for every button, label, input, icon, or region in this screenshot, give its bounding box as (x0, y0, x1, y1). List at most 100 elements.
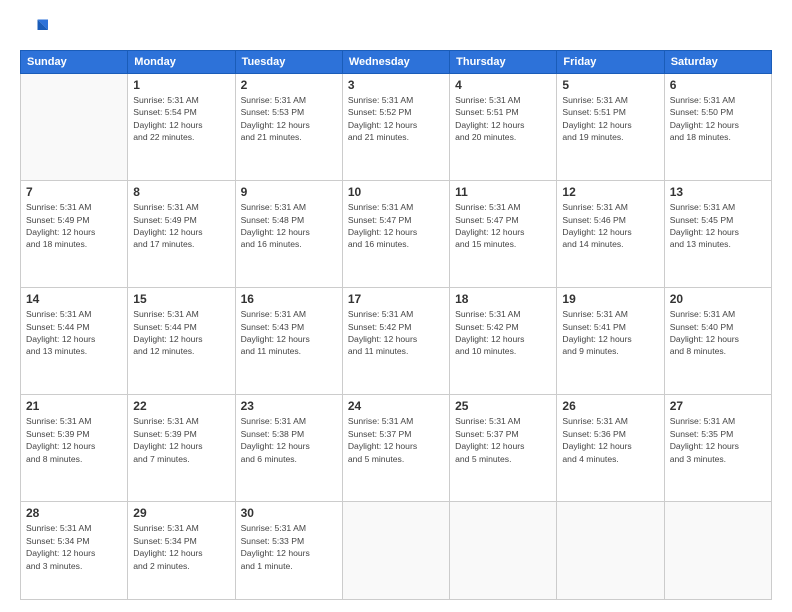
day-info: Sunrise: 5:31 AM Sunset: 5:42 PM Dayligh… (455, 308, 551, 358)
day-number: 9 (241, 185, 337, 199)
calendar-cell: 23 Sunrise: 5:31 AM Sunset: 5:38 PM Dayli… (235, 395, 342, 502)
day-info: Sunrise: 5:31 AM Sunset: 5:52 PM Dayligh… (348, 94, 444, 144)
day-info: Sunrise: 5:31 AM Sunset: 5:53 PM Dayligh… (241, 94, 337, 144)
day-info: Sunrise: 5:31 AM Sunset: 5:47 PM Dayligh… (348, 201, 444, 251)
day-number: 14 (26, 292, 122, 306)
day-info: Sunrise: 5:31 AM Sunset: 5:38 PM Dayligh… (241, 415, 337, 465)
day-number: 24 (348, 399, 444, 413)
day-info: Sunrise: 5:31 AM Sunset: 5:33 PM Dayligh… (241, 522, 337, 572)
calendar-cell: 19 Sunrise: 5:31 AM Sunset: 5:41 PM Dayli… (557, 288, 664, 395)
calendar-cell: 9 Sunrise: 5:31 AM Sunset: 5:48 PM Daylig… (235, 181, 342, 288)
day-number: 1 (133, 78, 229, 92)
day-number: 16 (241, 292, 337, 306)
day-info: Sunrise: 5:31 AM Sunset: 5:48 PM Dayligh… (241, 201, 337, 251)
day-number: 28 (26, 506, 122, 520)
page: SundayMondayTuesdayWednesdayThursdayFrid… (0, 0, 792, 612)
calendar-cell: 10 Sunrise: 5:31 AM Sunset: 5:47 PM Dayli… (342, 181, 449, 288)
calendar-week-row: 21 Sunrise: 5:31 AM Sunset: 5:39 PM Dayli… (21, 395, 772, 502)
day-number: 8 (133, 185, 229, 199)
calendar-cell: 12 Sunrise: 5:31 AM Sunset: 5:46 PM Dayli… (557, 181, 664, 288)
calendar-cell (450, 502, 557, 600)
day-number: 15 (133, 292, 229, 306)
calendar-cell: 7Sunrise: 5:31 AM Sunset: 5:49 PM Daylig… (21, 181, 128, 288)
calendar-cell: 17 Sunrise: 5:31 AM Sunset: 5:42 PM Dayli… (342, 288, 449, 395)
day-info: Sunrise: 5:31 AM Sunset: 5:54 PM Dayligh… (133, 94, 229, 144)
calendar-cell: 3 Sunrise: 5:31 AM Sunset: 5:52 PM Daylig… (342, 74, 449, 181)
calendar-cell: 4 Sunrise: 5:31 AM Sunset: 5:51 PM Daylig… (450, 74, 557, 181)
day-number: 10 (348, 185, 444, 199)
day-info: Sunrise: 5:31 AM Sunset: 5:34 PM Dayligh… (26, 522, 122, 572)
calendar-cell: 29Sunrise: 5:31 AM Sunset: 5:34 PM Dayli… (128, 502, 235, 600)
day-info: Sunrise: 5:31 AM Sunset: 5:46 PM Dayligh… (562, 201, 658, 251)
day-number: 4 (455, 78, 551, 92)
calendar-cell: 8 Sunrise: 5:31 AM Sunset: 5:49 PM Daylig… (128, 181, 235, 288)
day-number: 5 (562, 78, 658, 92)
day-number: 20 (670, 292, 766, 306)
day-number: 6 (670, 78, 766, 92)
day-number: 17 (348, 292, 444, 306)
day-info: Sunrise: 5:31 AM Sunset: 5:47 PM Dayligh… (455, 201, 551, 251)
calendar-cell: 6 Sunrise: 5:31 AM Sunset: 5:50 PM Daylig… (664, 74, 771, 181)
weekday-header-wednesday: Wednesday (342, 51, 449, 74)
calendar-cell: 21 Sunrise: 5:31 AM Sunset: 5:39 PM Dayli… (21, 395, 128, 502)
day-info: Sunrise: 5:31 AM Sunset: 5:41 PM Dayligh… (562, 308, 658, 358)
calendar-cell: 14 Sunrise: 5:31 AM Sunset: 5:44 PM Dayli… (21, 288, 128, 395)
header (20, 16, 772, 44)
day-info: Sunrise: 5:31 AM Sunset: 5:37 PM Dayligh… (348, 415, 444, 465)
calendar-cell: 18 Sunrise: 5:31 AM Sunset: 5:42 PM Dayli… (450, 288, 557, 395)
calendar-cell: 5 Sunrise: 5:31 AM Sunset: 5:51 PM Daylig… (557, 74, 664, 181)
day-info: Sunrise: 5:31 AM Sunset: 5:49 PM Dayligh… (26, 201, 122, 251)
calendar-cell (342, 502, 449, 600)
weekday-header-monday: Monday (128, 51, 235, 74)
calendar-cell: 20 Sunrise: 5:31 AM Sunset: 5:40 PM Dayli… (664, 288, 771, 395)
day-number: 27 (670, 399, 766, 413)
day-info: Sunrise: 5:31 AM Sunset: 5:39 PM Dayligh… (26, 415, 122, 465)
calendar-cell: 11Sunrise: 5:31 AM Sunset: 5:47 PM Dayli… (450, 181, 557, 288)
day-number: 12 (562, 185, 658, 199)
calendar-cell: 26 Sunrise: 5:31 AM Sunset: 5:36 PM Dayli… (557, 395, 664, 502)
calendar-cell (557, 502, 664, 600)
day-info: Sunrise: 5:31 AM Sunset: 5:42 PM Dayligh… (348, 308, 444, 358)
weekday-header-saturday: Saturday (664, 51, 771, 74)
calendar-cell: 22Sunrise: 5:31 AM Sunset: 5:39 PM Dayli… (128, 395, 235, 502)
day-info: Sunrise: 5:31 AM Sunset: 5:36 PM Dayligh… (562, 415, 658, 465)
day-number: 2 (241, 78, 337, 92)
day-number: 23 (241, 399, 337, 413)
calendar-cell: 1 Sunrise: 5:31 AM Sunset: 5:54 PM Daylig… (128, 74, 235, 181)
calendar-week-row: 14 Sunrise: 5:31 AM Sunset: 5:44 PM Dayli… (21, 288, 772, 395)
day-info: Sunrise: 5:31 AM Sunset: 5:49 PM Dayligh… (133, 201, 229, 251)
day-number: 29 (133, 506, 229, 520)
calendar-cell: 13Sunrise: 5:31 AM Sunset: 5:45 PM Dayli… (664, 181, 771, 288)
weekday-header-friday: Friday (557, 51, 664, 74)
weekday-header-tuesday: Tuesday (235, 51, 342, 74)
calendar-table: SundayMondayTuesdayWednesdayThursdayFrid… (20, 50, 772, 600)
day-info: Sunrise: 5:31 AM Sunset: 5:44 PM Dayligh… (133, 308, 229, 358)
day-info: Sunrise: 5:31 AM Sunset: 5:39 PM Dayligh… (133, 415, 229, 465)
day-number: 21 (26, 399, 122, 413)
day-info: Sunrise: 5:31 AM Sunset: 5:51 PM Dayligh… (562, 94, 658, 144)
calendar-cell: 25 Sunrise: 5:31 AM Sunset: 5:37 PM Dayli… (450, 395, 557, 502)
calendar-cell: 30 Sunrise: 5:31 AM Sunset: 5:33 PM Dayli… (235, 502, 342, 600)
day-info: Sunrise: 5:31 AM Sunset: 5:37 PM Dayligh… (455, 415, 551, 465)
day-number: 13 (670, 185, 766, 199)
day-info: Sunrise: 5:31 AM Sunset: 5:50 PM Dayligh… (670, 94, 766, 144)
day-number: 3 (348, 78, 444, 92)
day-info: Sunrise: 5:31 AM Sunset: 5:43 PM Dayligh… (241, 308, 337, 358)
day-number: 25 (455, 399, 551, 413)
logo-icon (20, 16, 48, 44)
calendar-cell: 15 Sunrise: 5:31 AM Sunset: 5:44 PM Dayli… (128, 288, 235, 395)
day-number: 26 (562, 399, 658, 413)
day-info: Sunrise: 5:31 AM Sunset: 5:40 PM Dayligh… (670, 308, 766, 358)
calendar-cell: 28 Sunrise: 5:31 AM Sunset: 5:34 PM Dayli… (21, 502, 128, 600)
day-info: Sunrise: 5:31 AM Sunset: 5:44 PM Dayligh… (26, 308, 122, 358)
calendar-cell (21, 74, 128, 181)
calendar-cell: 24 Sunrise: 5:31 AM Sunset: 5:37 PM Dayli… (342, 395, 449, 502)
day-number: 18 (455, 292, 551, 306)
day-number: 19 (562, 292, 658, 306)
day-info: Sunrise: 5:31 AM Sunset: 5:51 PM Dayligh… (455, 94, 551, 144)
calendar-week-row: 7Sunrise: 5:31 AM Sunset: 5:49 PM Daylig… (21, 181, 772, 288)
weekday-header-row: SundayMondayTuesdayWednesdayThursdayFrid… (21, 51, 772, 74)
day-info: Sunrise: 5:31 AM Sunset: 5:35 PM Dayligh… (670, 415, 766, 465)
weekday-header-sunday: Sunday (21, 51, 128, 74)
day-number: 30 (241, 506, 337, 520)
